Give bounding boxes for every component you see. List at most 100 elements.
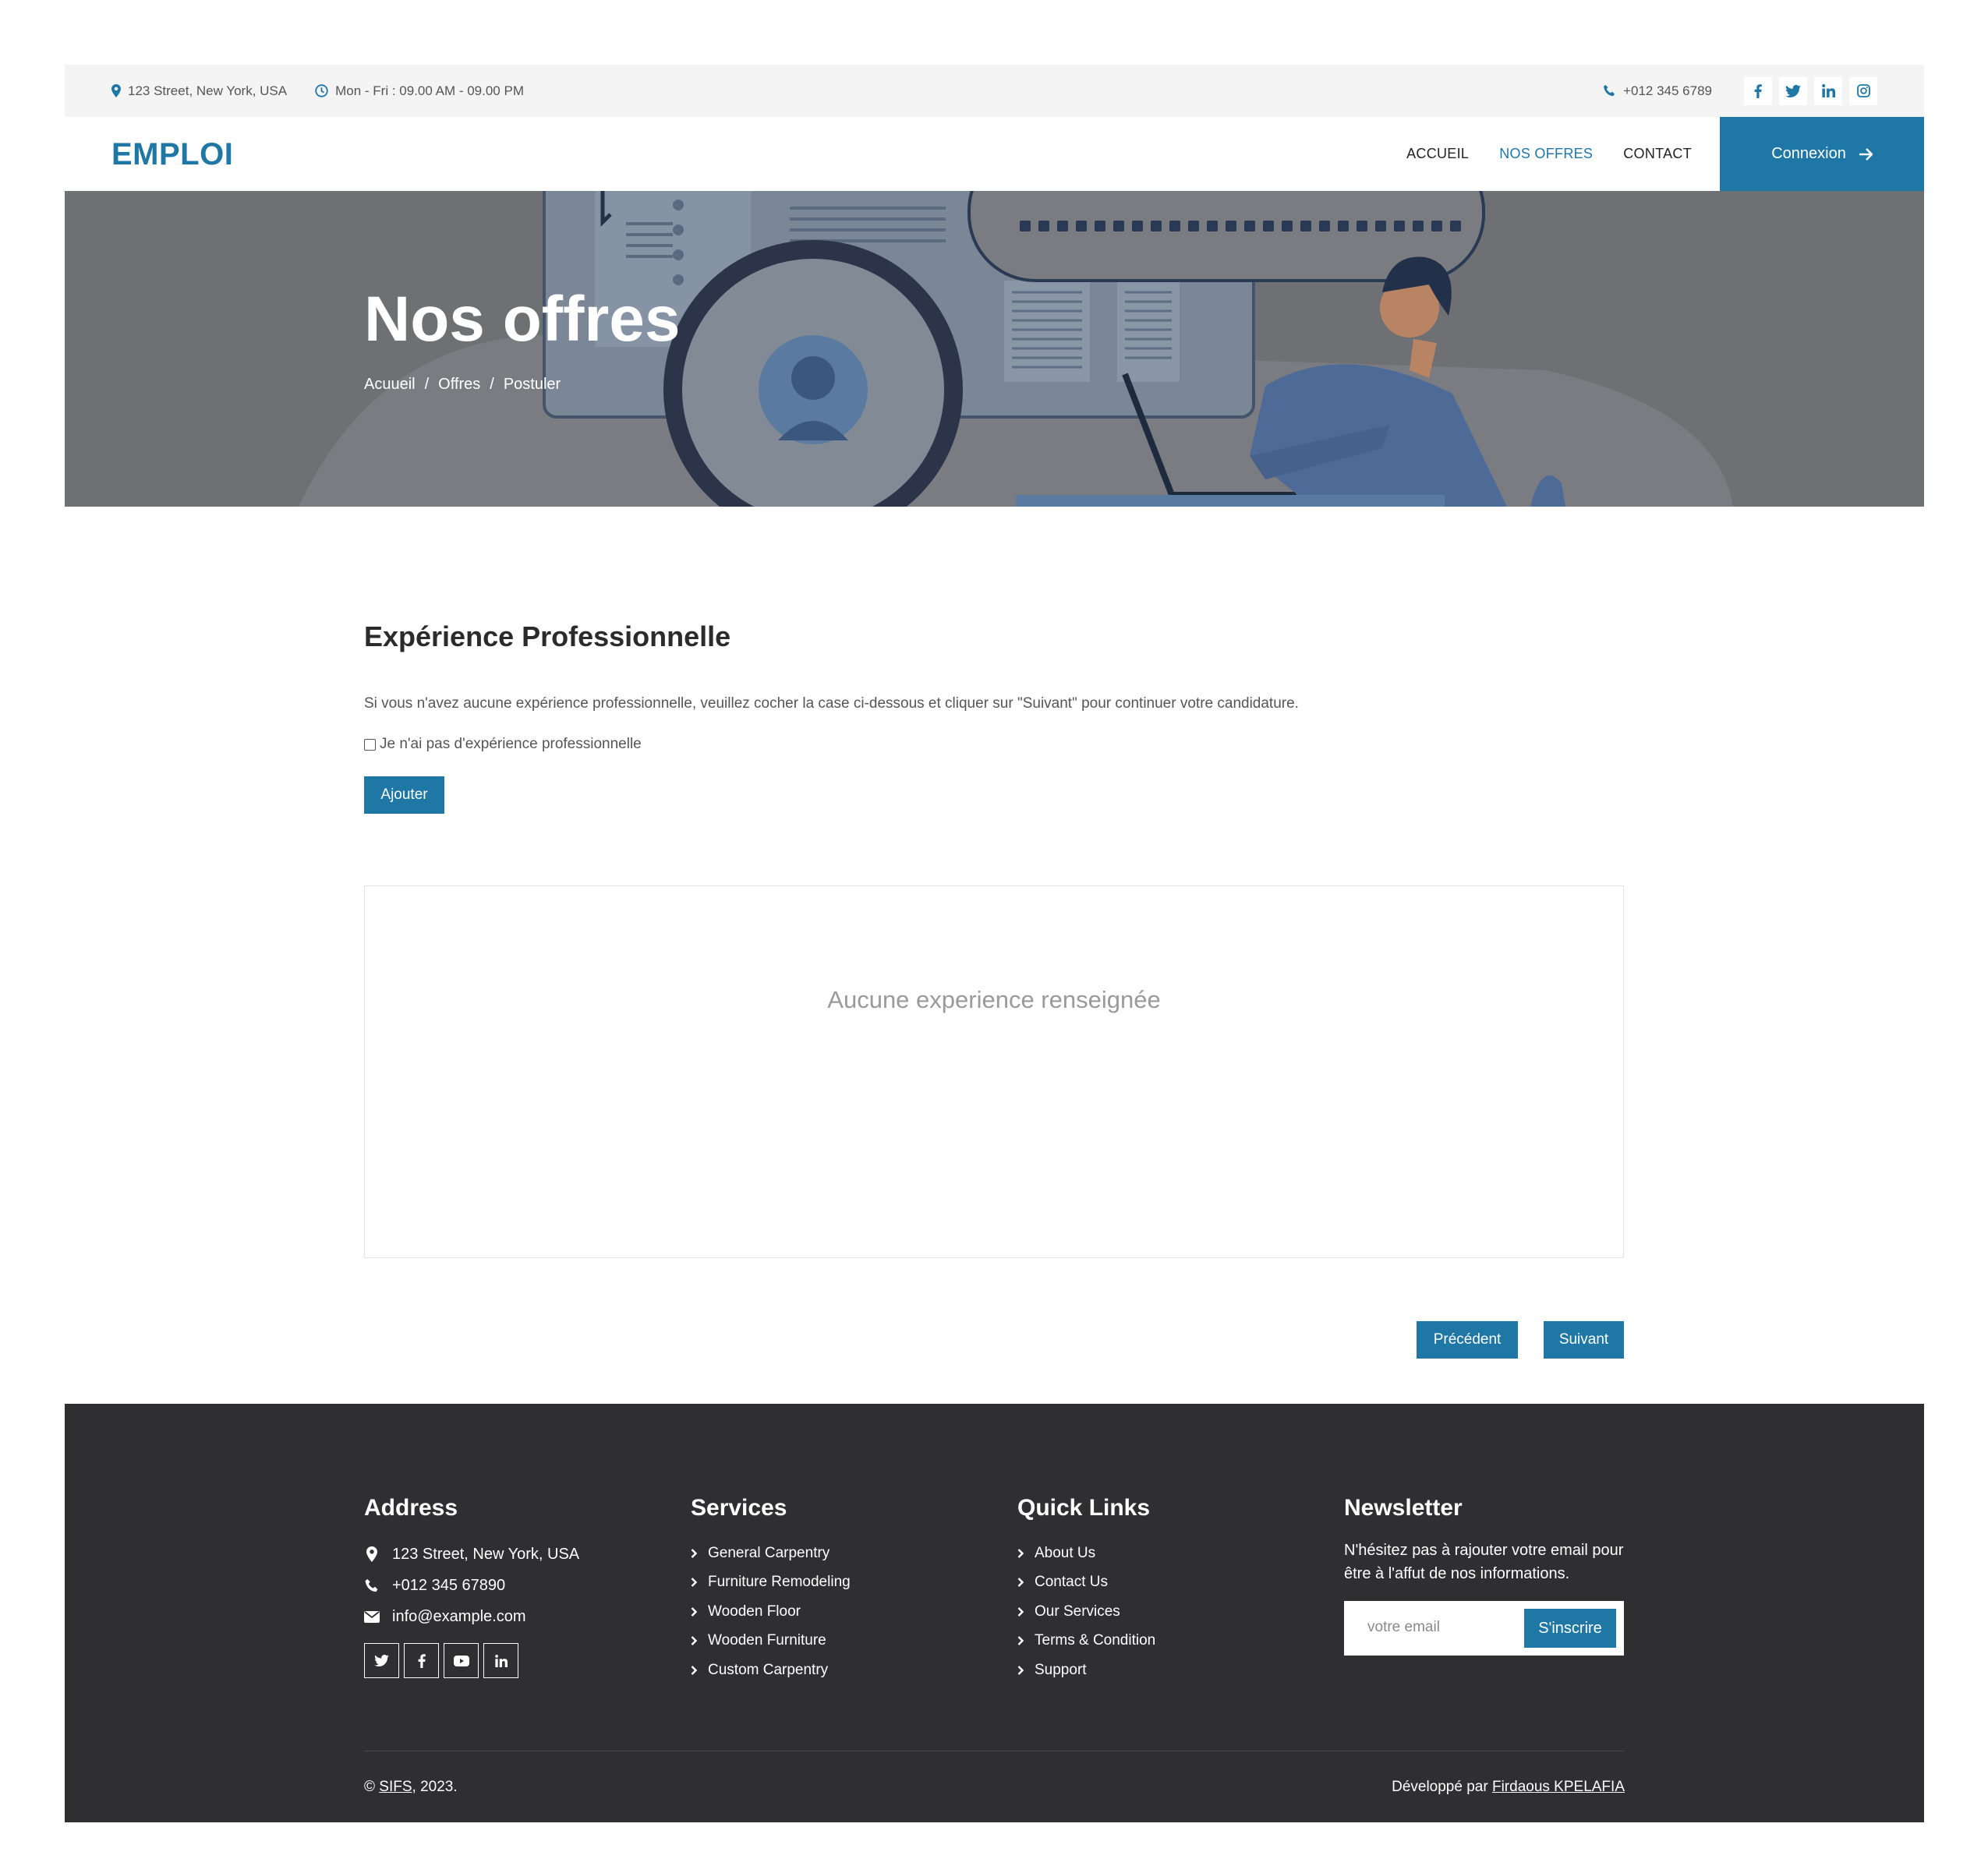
copyright-brand-link[interactable]: SIFS xyxy=(379,1779,412,1795)
experience-section: Expérience Professionnelle Si vous n'ave… xyxy=(364,620,1624,1359)
topbar-address-text: 123 Street, New York, USA xyxy=(128,83,288,98)
footer-quick-label: Support xyxy=(1035,1661,1087,1678)
chevron-right-icon xyxy=(691,1665,697,1675)
twitter-icon[interactable] xyxy=(1779,76,1807,105)
footer-quick-label: Our Services xyxy=(1035,1603,1120,1620)
newsletter-form: votre email S'inscrire xyxy=(1344,1601,1624,1656)
newsletter-text: N'hésitez pas à rajouter votre email pou… xyxy=(1344,1542,1624,1582)
developer-prefix: Développé par xyxy=(1392,1779,1488,1795)
hero-illustration xyxy=(299,191,1733,507)
breadcrumb-separator: / xyxy=(424,376,430,393)
footer-services-col: Services General Carpentry Furniture Rem… xyxy=(691,1495,851,1685)
copyright: © SIFS, 2023. xyxy=(364,1779,458,1796)
map-marker-icon xyxy=(366,1546,377,1562)
footer-socials xyxy=(364,1643,579,1678)
instagram-icon[interactable] xyxy=(1849,76,1877,105)
no-experience-label[interactable]: Je n'ai pas d'expérience professionnelle xyxy=(380,736,642,753)
copyright-symbol: © xyxy=(364,1779,375,1795)
developer-link[interactable]: Firdaous KPELAFIA xyxy=(1492,1779,1625,1795)
breadcrumb-accueil[interactable]: Acuueil xyxy=(364,376,416,394)
footer-quick-link[interactable]: Contact Us xyxy=(1017,1568,1155,1598)
envelope-icon xyxy=(364,1610,380,1623)
breadcrumb: Acuueil / Offres / Postuler xyxy=(364,376,561,394)
next-button[interactable]: Suivant xyxy=(1544,1321,1624,1359)
site-footer: Address 123 Street, New York, USA +012 3… xyxy=(65,1404,1924,1822)
footer-service-link[interactable]: Wooden Floor xyxy=(691,1597,851,1627)
page-title: Nos offres xyxy=(364,284,681,355)
linkedin-icon[interactable] xyxy=(1814,76,1842,105)
page-hero: Nos offres Acuueil / Offres / Postuler xyxy=(65,191,1924,507)
linkedin-icon[interactable] xyxy=(483,1643,518,1678)
topbar-phone-text: +012 345 6789 xyxy=(1623,83,1712,98)
topbar-address: 123 Street, New York, USA xyxy=(111,83,287,99)
chevron-right-icon xyxy=(691,1548,697,1558)
breadcrumb-separator: / xyxy=(490,376,494,393)
phone-icon xyxy=(1604,85,1615,97)
chevron-right-icon xyxy=(691,1606,697,1617)
nav-links: ACCUEIL NOS OFFRES CONTACT xyxy=(1376,117,1692,191)
footer-quicklinks-title: Quick Links xyxy=(1017,1495,1151,1521)
facebook-icon[interactable] xyxy=(404,1643,439,1678)
footer-phone-text: +012 345 67890 xyxy=(392,1576,506,1594)
clock-icon xyxy=(315,84,328,97)
previous-button[interactable]: Précédent xyxy=(1417,1321,1518,1359)
developer-credit: Développé par Firdaous KPELAFIA xyxy=(1392,1779,1625,1796)
footer-address-title: Address xyxy=(364,1495,458,1521)
no-experience-checkbox[interactable] xyxy=(364,738,376,751)
newsletter-email-input[interactable]: votre email xyxy=(1367,1619,1440,1636)
nav-contact[interactable]: CONTACT xyxy=(1623,146,1692,162)
footer-service-label: Wooden Furniture xyxy=(708,1632,826,1649)
footer-street-text: 123 Street, New York, USA xyxy=(392,1545,580,1563)
nav-accueil[interactable]: ACCUEIL xyxy=(1406,146,1469,162)
chevron-right-icon xyxy=(691,1578,697,1588)
no-experience-option[interactable]: Je n'ai pas d'expérience professionnelle xyxy=(364,736,1624,753)
facebook-icon[interactable] xyxy=(1744,76,1772,105)
breadcrumb-offres[interactable]: Offres xyxy=(438,376,480,394)
subscribe-button[interactable]: S'inscrire xyxy=(1524,1609,1616,1648)
footer-service-link[interactable]: Furniture Remodeling xyxy=(691,1568,851,1598)
site-logo[interactable]: EMPLOI xyxy=(111,137,233,172)
footer-quick-link[interactable]: About Us xyxy=(1017,1539,1155,1568)
footer-service-link[interactable]: Wooden Furniture xyxy=(691,1627,851,1656)
footer-street: 123 Street, New York, USA xyxy=(364,1539,579,1570)
footer-quick-link[interactable]: Terms & Condition xyxy=(1017,1627,1155,1656)
footer-quick-link[interactable]: Support xyxy=(1017,1656,1155,1685)
footer-phone[interactable]: +012 345 67890 xyxy=(364,1570,579,1601)
chevron-right-icon xyxy=(1017,1636,1024,1646)
footer-service-label: General Carpentry xyxy=(708,1544,830,1561)
footer-service-label: Custom Carpentry xyxy=(708,1661,829,1678)
footer-service-link[interactable]: General Carpentry xyxy=(691,1539,851,1568)
experience-list: Aucune experience renseignée xyxy=(364,885,1624,1258)
copyright-year: , 2023. xyxy=(412,1779,458,1795)
login-button[interactable]: Connexion xyxy=(1720,117,1924,191)
footer-newsletter-title: Newsletter xyxy=(1344,1495,1463,1521)
footer-email[interactable]: info@example.com xyxy=(364,1601,579,1632)
topbar-hours: Mon - Fri : 09.00 AM - 09.00 PM xyxy=(315,83,524,99)
main-navbar: EMPLOI ACCUEIL NOS OFFRES CONTACT Connex… xyxy=(65,117,1924,191)
section-intro: Si vous n'avez aucune expérience profess… xyxy=(364,695,1299,712)
footer-newsletter-col: Newsletter N'hésitez pas à rajouter votr… xyxy=(1344,1495,1629,1656)
youtube-icon[interactable] xyxy=(444,1643,479,1678)
footer-quick-label: About Us xyxy=(1035,1544,1096,1561)
login-button-label: Connexion xyxy=(1771,145,1846,162)
chevron-right-icon xyxy=(1017,1665,1024,1675)
footer-email-text: info@example.com xyxy=(392,1607,526,1625)
twitter-icon[interactable] xyxy=(364,1643,399,1678)
footer-service-label: Wooden Floor xyxy=(708,1603,801,1620)
topbar-phone[interactable]: +012 345 6789 xyxy=(1603,83,1712,99)
add-experience-button[interactable]: Ajouter xyxy=(364,776,444,814)
footer-services-title: Services xyxy=(691,1495,787,1521)
phone-icon xyxy=(365,1578,378,1592)
footer-service-link[interactable]: Custom Carpentry xyxy=(691,1656,851,1685)
arrow-right-icon xyxy=(1859,147,1873,161)
footer-quick-link[interactable]: Our Services xyxy=(1017,1597,1155,1627)
chevron-right-icon xyxy=(1017,1578,1024,1588)
footer-quick-label: Contact Us xyxy=(1035,1574,1108,1591)
breadcrumb-postuler: Postuler xyxy=(503,376,561,393)
top-bar: 123 Street, New York, USA Mon - Fri : 09… xyxy=(65,65,1924,117)
map-marker-icon xyxy=(111,84,121,97)
topbar-hours-text: Mon - Fri : 09.00 AM - 09.00 PM xyxy=(335,83,524,98)
footer-quick-label: Terms & Condition xyxy=(1035,1632,1156,1649)
chevron-right-icon xyxy=(1017,1548,1024,1558)
nav-nos-offres[interactable]: NOS OFFRES xyxy=(1499,146,1593,162)
